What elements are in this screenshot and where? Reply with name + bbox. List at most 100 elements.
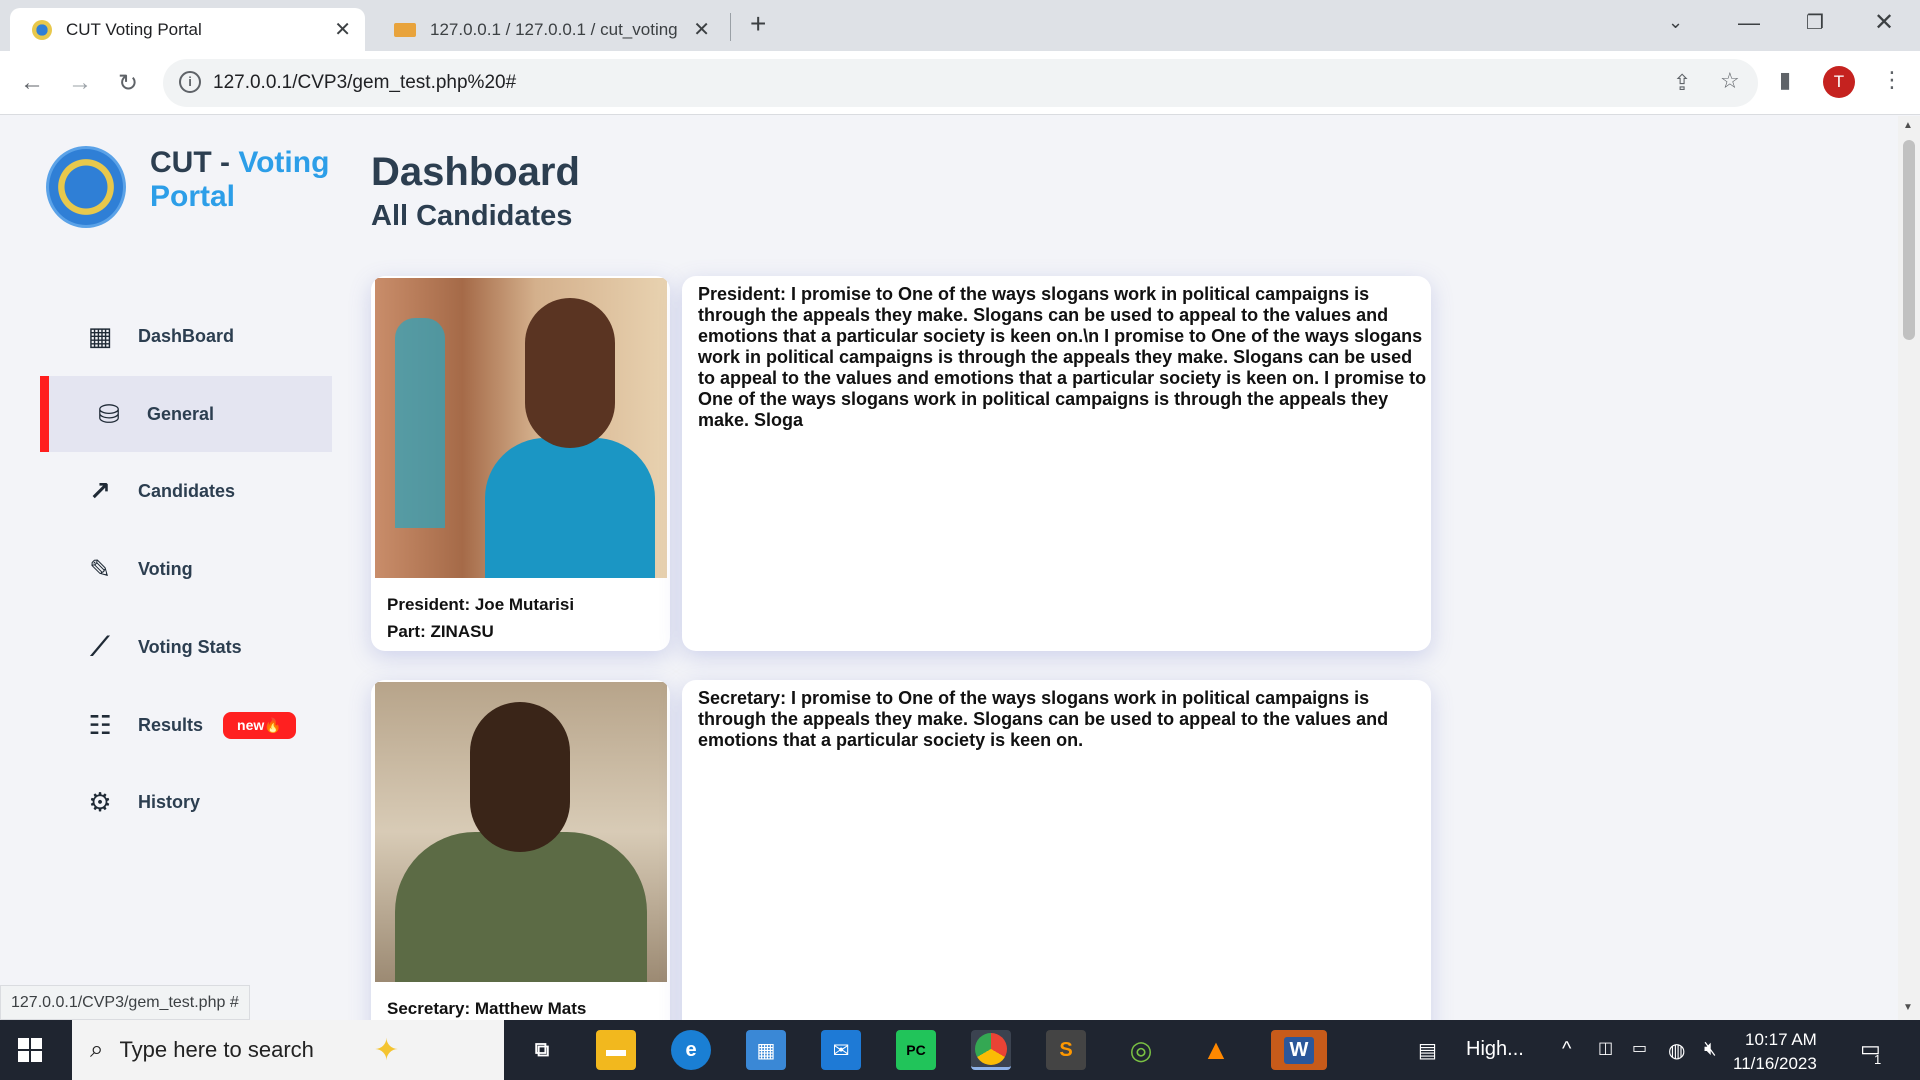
search-highlight-icon: ✦	[373, 1033, 400, 1067]
site-favicon-icon	[32, 19, 52, 40]
address-bar[interactable]: i 127.0.0.1/CVP3/gem_test.php%20# ⇪ ☆	[163, 59, 1758, 107]
network-globe-icon[interactable]: ◍	[1668, 1038, 1685, 1063]
candidate-photo	[375, 278, 667, 578]
scrollbar-thumb[interactable]	[1903, 140, 1915, 340]
share-icon[interactable]: ⇪	[1673, 70, 1691, 96]
side-panel-icon[interactable]: ▮	[1779, 67, 1791, 93]
candidate-party: Part: ZINASU	[387, 622, 494, 641]
database-icon: ⛁	[98, 398, 120, 429]
window-close-icon[interactable]: ✕	[1874, 8, 1894, 37]
close-tab-icon[interactable]: ✕	[693, 17, 710, 42]
brand-text: CUT -	[150, 146, 239, 179]
bookmark-star-icon[interactable]: ☆	[1720, 68, 1740, 94]
candidate-photo	[375, 682, 667, 982]
browser-tab-bar: CUT Voting Portal ✕ 127.0.0.1 / 127.0.0.…	[0, 0, 1920, 51]
weather-text[interactable]: High...	[1466, 1038, 1524, 1061]
battery-icon[interactable]: ▭	[1632, 1038, 1647, 1058]
clock-time: 10:17 AM	[1745, 1030, 1817, 1049]
sidebar-item-label: General	[147, 403, 215, 424]
tab-divider	[730, 13, 731, 41]
sidebar-item-voting-stats[interactable]: ⟋ Voting Stats	[40, 609, 332, 685]
scroll-up-arrow-icon[interactable]: ▲	[1903, 120, 1913, 131]
chameleon-app-icon[interactable]: ◎	[1121, 1030, 1161, 1070]
show-hidden-icons-chevron-up-icon[interactable]: ^	[1562, 1038, 1571, 1061]
page-title: Dashboard	[371, 150, 580, 194]
volume-muted-icon[interactable]: 🔇︎	[1704, 1038, 1717, 1061]
candidate-caption: President: Joe Mutarisi Part: ZINASU	[387, 591, 574, 645]
reload-icon[interactable]: ↻	[110, 65, 146, 101]
sublime-text-icon[interactable]: S	[1046, 1030, 1086, 1070]
meet-now-icon[interactable]: ◫	[1598, 1038, 1613, 1058]
sidebar-item-label: Results	[138, 714, 204, 735]
phpmyadmin-icon	[394, 22, 416, 37]
sidebar-item-candidates[interactable]: ↗ Candidates	[40, 453, 332, 529]
page-content: CUT - Voting Portal ▦ DashBoard ⛁ Genera…	[0, 116, 1898, 1020]
candidate-manifesto: President: I promise to One of the ways …	[682, 276, 1431, 651]
system-clock[interactable]: 10:17 AM 11/16/2023	[1733, 1028, 1817, 1076]
minimize-icon[interactable]: —	[1738, 10, 1760, 36]
candidate-name: Secretary: Matthew Mats	[387, 999, 587, 1018]
browser-toolbar: ← → ↻ i 127.0.0.1/CVP3/gem_test.php%20# …	[0, 51, 1920, 115]
windows-start-icon[interactable]	[18, 1038, 42, 1062]
mail-icon[interactable]: ✉	[821, 1030, 861, 1070]
portal-brand: CUT - Voting Portal	[150, 146, 329, 214]
news-widget-icon[interactable]: ▤	[1418, 1038, 1437, 1063]
candidate-photo-card[interactable]: Secretary: Matthew Mats	[371, 680, 670, 1020]
taskbar-search-placeholder: Type here to search	[119, 1037, 314, 1062]
results-icon: ☷	[88, 709, 112, 740]
sidebar-item-label: Candidates	[138, 480, 236, 501]
sidebar-item-general[interactable]: ⛁ General	[40, 376, 332, 452]
new-badge: new🔥	[223, 711, 296, 739]
candidate-photo-card[interactable]: President: Joe Mutarisi Part: ZINASU	[371, 276, 670, 651]
clock-date: 11/16/2023	[1733, 1054, 1817, 1073]
edge-browser-icon[interactable]: e	[671, 1030, 711, 1070]
sidebar-item-label: Voting Stats	[138, 636, 242, 657]
browser-menu-icon[interactable]: ⋮	[1881, 67, 1903, 93]
brand-accent-text-2: Portal	[150, 180, 236, 213]
sidebar-item-results[interactable]: ☷ Results new🔥	[40, 687, 332, 763]
taskbar-search-box[interactable]: ⌕ Type here to search ✦	[72, 1020, 504, 1080]
candidate-card: President: Joe Mutarisi Part: ZINASU Pre…	[371, 276, 1431, 651]
search-icon: ⌕	[90, 1036, 104, 1063]
microsoft-store-icon[interactable]: ▦	[746, 1030, 786, 1070]
back-arrow-icon[interactable]: ←	[14, 65, 50, 101]
profile-avatar[interactable]: T	[1823, 66, 1855, 98]
task-view-icon[interactable]: ⧉	[522, 1030, 562, 1070]
candidate-name: President: Joe Mutarisi	[387, 595, 575, 614]
link-status-bar: 127.0.0.1/CVP3/gem_test.php #	[0, 985, 250, 1020]
tab-search-chevron-down-icon[interactable]: ⌄	[1668, 12, 1683, 33]
ballot-icon: ✎	[89, 553, 111, 584]
close-tab-icon[interactable]: ✕	[334, 17, 351, 42]
candidate-manifesto: Secretary: I promise to One of the ways …	[682, 680, 1431, 1020]
candidate-caption: Secretary: Matthew Mats	[387, 995, 586, 1020]
site-info-icon[interactable]: i	[179, 71, 201, 93]
sidebar-item-label: Voting	[138, 558, 193, 579]
notification-count: 1	[1874, 1052, 1882, 1067]
scroll-down-arrow-icon[interactable]: ▼	[1903, 1002, 1913, 1013]
dashboard-icon: ▦	[87, 320, 113, 351]
page-subtitle: All Candidates	[371, 200, 573, 232]
sidebar-item-history[interactable]: ⚙ History	[40, 764, 332, 840]
restore-icon[interactable]: ❐	[1806, 10, 1824, 35]
brand-accent-text: Voting	[238, 146, 330, 179]
university-logo	[46, 146, 126, 228]
file-explorer-icon[interactable]: ▬	[596, 1030, 636, 1070]
sidebar-item-label: DashBoard	[138, 325, 235, 346]
new-tab-icon[interactable]: +	[750, 8, 766, 40]
trending-up-icon: ↗	[89, 475, 111, 506]
history-icon: ⚙	[88, 786, 112, 817]
windows-taskbar: ⌕ Type here to search ✦ ⧉ ▬ e ▦ ✉ PC S ◎…	[0, 1020, 1920, 1080]
tab-phpmyadmin[interactable]: 127.0.0.1 / 127.0.0.1 / cut_voting ✕	[372, 8, 724, 51]
word-icon[interactable]: W	[1271, 1030, 1327, 1070]
vlc-icon[interactable]: ▲	[1196, 1030, 1236, 1070]
chrome-icon[interactable]	[971, 1030, 1011, 1070]
page-scrollbar[interactable]: ▲ ▼	[1898, 116, 1920, 1020]
sidebar-item-voting[interactable]: ✎ Voting	[40, 531, 332, 607]
address-url[interactable]: 127.0.0.1/CVP3/gem_test.php%20#	[213, 72, 516, 94]
tab-cut-voting-portal[interactable]: CUT Voting Portal ✕	[10, 8, 365, 51]
sidebar-item-dashboard[interactable]: ▦ DashBoard	[40, 298, 332, 374]
sidebar-item-label: History	[138, 791, 201, 812]
forward-arrow-icon[interactable]: →	[62, 65, 98, 101]
pycharm-icon[interactable]: PC	[896, 1030, 936, 1070]
tab-title: 127.0.0.1 / 127.0.0.1 / cut_voting	[430, 19, 678, 39]
